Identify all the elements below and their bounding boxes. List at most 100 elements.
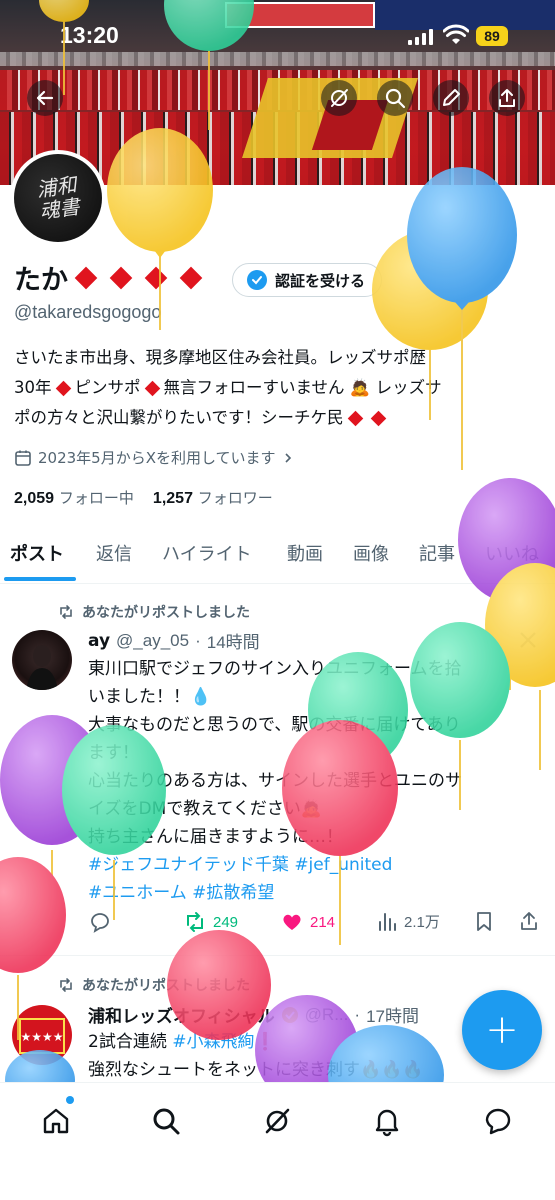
views-button[interactable]: 2.1万 — [376, 910, 440, 932]
tweet-author-handle: @R... — [304, 1004, 349, 1024]
notification-dot — [66, 1096, 74, 1104]
like-count: 214 — [310, 913, 336, 931]
red-diamond-emoji — [109, 266, 133, 289]
svg-text:★★★★: ★★★★ — [20, 1030, 63, 1044]
followers-link[interactable]: 1,257 フォロワー — [153, 489, 273, 507]
back-button[interactable] — [27, 80, 63, 116]
repost-indicator: あなたがリポストしました — [58, 975, 250, 995]
heart-filled-icon — [283, 914, 301, 930]
tweet-line: 東川口駅でジェフのサイン入りユニフォームを拾 — [88, 659, 462, 679]
bio-text: 30年 — [14, 378, 52, 397]
hashtag-link[interactable]: #拡散希望 — [192, 883, 274, 903]
joined-text: 2023年5月からXを利用しています — [38, 449, 276, 467]
red-diamond-emoji — [179, 266, 203, 289]
followers-label: フォロワー — [197, 489, 273, 507]
nav-search[interactable] — [146, 1101, 186, 1141]
edit-button[interactable] — [433, 80, 469, 116]
profile-avatar[interactable]: 浦和 魂書 — [10, 150, 106, 246]
hashtag-link[interactable]: #ジェフユナイテッド千葉 — [88, 855, 289, 875]
tweet-line: イズをDMで教えてください🙇 — [88, 799, 323, 819]
nav-grok[interactable] — [257, 1101, 297, 1141]
bio-text: レッズサ — [375, 378, 442, 397]
profile-name: たか — [14, 258, 208, 297]
tweet-line: いました！！💧 — [88, 687, 212, 707]
tab-replies[interactable]: 返信 — [96, 530, 132, 566]
get-verified-button[interactable]: 認証を受ける — [232, 263, 382, 297]
reply-button[interactable] — [88, 910, 112, 934]
repost-label: あなたがリポストしました — [82, 978, 250, 994]
following-link[interactable]: 2,059 フォロー中 — [14, 489, 134, 507]
like-button[interactable]: 214 — [280, 910, 335, 934]
active-tab-indicator — [4, 577, 76, 581]
hashtag-link[interactable]: #ユニホーム — [88, 883, 187, 903]
tweet-text: 東川口駅でジェフのサイン入りユニフォームを拾 いました！！💧 大事なものだと思う… — [88, 655, 543, 907]
plus-icon: + — [485, 1007, 519, 1053]
bio-line: さいたま市出身、現多摩地区住み会社員。レッズサポ歴 — [14, 348, 427, 367]
tweet-line: 大事なものだと思うので、駅の交番に届けてあり — [88, 715, 461, 735]
tweet-header: ay @_ay_05 · 14時間 — [88, 628, 260, 653]
nav-messages[interactable] — [478, 1101, 518, 1141]
repost-icon — [60, 605, 72, 619]
tweet-line: 持ち主さんに届きますように…！ — [88, 827, 343, 847]
joined-date[interactable]: 2023年5月からXを利用しています — [14, 447, 294, 468]
reply-icon — [91, 913, 109, 933]
followers-count: 1,257 — [152, 490, 193, 507]
tweet-avatar[interactable]: ★★★★ — [12, 1005, 72, 1065]
share-tweet-button[interactable] — [518, 910, 540, 932]
search-icon — [385, 88, 406, 109]
profile-name-text: たか — [14, 265, 68, 296]
tweet-header: 浦和レッズオフィシャル @R... · 17時間 — [88, 1002, 419, 1028]
tweet-line: 強烈なシュートをネットに突き刺す🔥🔥🔥 — [88, 1060, 424, 1080]
tweet-author-name[interactable]: 浦和レッズオフィシャル — [88, 1002, 275, 1027]
avatar-image: 浦和 魂書 — [14, 154, 102, 242]
cellular-signal-icon — [408, 29, 433, 45]
red-diamond-emoji — [144, 266, 168, 289]
bell-icon — [375, 1109, 399, 1137]
follow-stats: 2,059 フォロー中 1,257 フォロワー — [14, 487, 273, 508]
grok-icon — [265, 1108, 290, 1134]
following-label: フォロー中 — [58, 489, 134, 507]
get-verified-label: 認証を受ける — [275, 271, 366, 290]
tweet-text: 2試合連続 #小森飛絢❗️ 強烈なシュートをネットに突き刺す🔥🔥🔥 — [88, 1028, 458, 1084]
tweet-avatar[interactable] — [12, 630, 72, 690]
compose-post-button[interactable]: + — [462, 990, 542, 1070]
search-icon — [153, 1108, 180, 1135]
tab-articles[interactable]: 記事 — [419, 530, 455, 566]
bio-text: 無言フォローすいません — [163, 378, 345, 397]
hashtag-link[interactable]: #jef_united — [294, 855, 392, 875]
tab-images[interactable]: 画像 — [353, 530, 389, 566]
tweet-time: 14時間 — [206, 633, 260, 652]
search-button[interactable] — [377, 80, 413, 116]
repost-button[interactable]: 249 — [183, 910, 238, 934]
nav-notifications[interactable] — [367, 1101, 407, 1141]
tweet-line: ます！ — [88, 743, 139, 763]
repost-icon — [60, 978, 72, 992]
status-bar: 13:20 89 — [0, 0, 555, 60]
hashtag-link[interactable]: #小森飛絢 — [172, 1032, 254, 1052]
tweet-author-name[interactable]: ay — [88, 631, 110, 651]
chat-bubble-icon — [485, 1108, 511, 1135]
bio-line: 30年 ピンサポ 無言フォローすいません 🙇 レッズサ — [14, 378, 442, 397]
tab-likes[interactable]: いいね — [485, 530, 539, 566]
tab-posts[interactable]: ポスト — [10, 530, 64, 566]
profile-tabs: ポスト 返信 ハイライト 動画 画像 記事 いいね — [0, 530, 555, 584]
views-count: 2.1万 — [404, 913, 440, 931]
grok-button[interactable] — [321, 80, 357, 116]
views-chart-icon — [379, 913, 396, 931]
tab-videos[interactable]: 動画 — [287, 530, 323, 566]
tweet-separator: · — [195, 630, 201, 650]
share-button[interactable] — [489, 80, 525, 116]
bookmark-button[interactable] — [473, 910, 495, 932]
nav-home[interactable] — [36, 1101, 76, 1141]
tweet-line: 心当たりのある方は、サインした選手とユニのサ — [88, 771, 462, 791]
tweet-author-handle: @_ay_05 — [116, 630, 190, 650]
profile-bio: さいたま市出身、現多摩地区住み会社員。レッズサポ歴 30年 ピンサポ 無言フォローす… — [14, 343, 534, 433]
bio-text: ピンサポ — [74, 378, 141, 397]
tab-highlights[interactable]: ハイライト — [162, 530, 252, 566]
chevron-right-icon — [284, 452, 291, 463]
home-icon — [43, 1108, 69, 1134]
calendar-icon — [15, 450, 31, 466]
person-photo — [26, 645, 58, 690]
profile-handle: @takaredsgogogo — [14, 302, 162, 322]
share-icon — [499, 89, 515, 107]
